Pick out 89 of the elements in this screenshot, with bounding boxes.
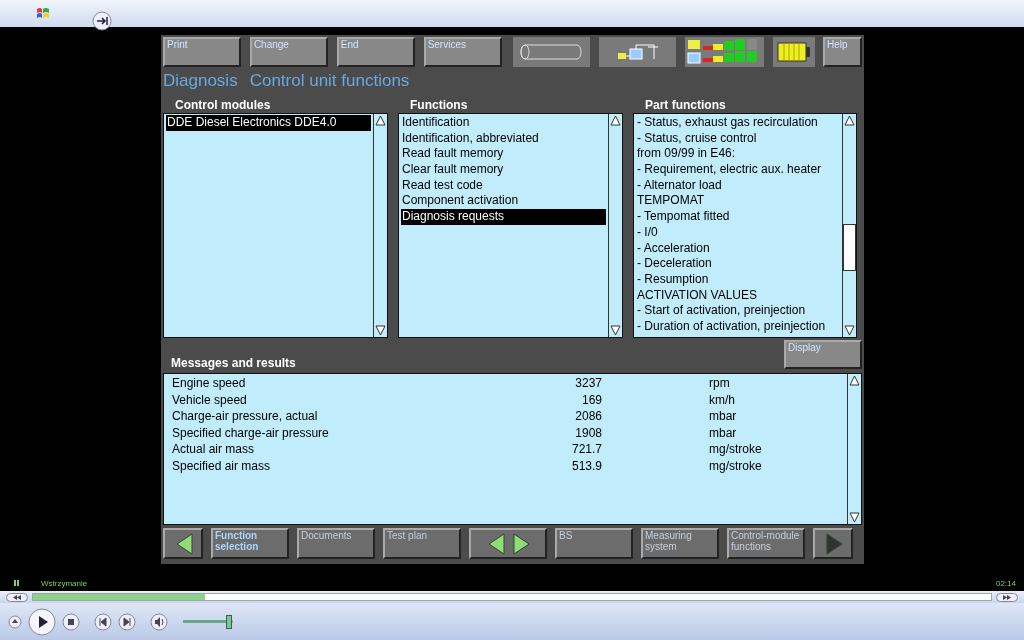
- stop-icon[interactable]: [62, 612, 80, 631]
- list-item: - Status, cruise control: [636, 130, 757, 147]
- result-unit: mg/stroke: [709, 457, 762, 474]
- list-item: - Duration of activation, preinjection: [636, 318, 826, 335]
- list-heading: Functions: [409, 97, 468, 113]
- connection-icon: [615, 41, 660, 63]
- scrollbar[interactable]: [373, 114, 387, 337]
- page-title: Control unit functions: [249, 71, 410, 91]
- list-item: ACTIVATION VALUES: [636, 287, 758, 304]
- result-name: Charge-air pressure, actual: [172, 408, 318, 425]
- play-icon[interactable]: [28, 607, 56, 636]
- list-heading: Part functions: [644, 97, 726, 113]
- result-unit: rpm: [709, 375, 730, 392]
- list-item: - Tempomat fitted: [636, 209, 730, 225]
- result-unit: mg/stroke: [709, 441, 762, 458]
- previous-icon[interactable]: [94, 612, 112, 631]
- windows-logo-icon: [36, 7, 50, 20]
- scroll-down-icon[interactable]: [374, 324, 387, 337]
- pause-icon: [14, 580, 19, 586]
- list-item: - Alternator load: [636, 177, 722, 194]
- switch-view-icon[interactable]: [92, 10, 112, 31]
- result-name: Vehicle speed: [172, 391, 247, 408]
- list-item[interactable]: DDE Diesel Electronics DDE4.0: [166, 115, 371, 131]
- cylinder-icon: [519, 43, 584, 61]
- section-title: Diagnosis: [163, 71, 238, 91]
- toolbar-button[interactable]: Services: [423, 37, 502, 67]
- list-item[interactable]: Read test code: [401, 177, 483, 194]
- result-value: 513.9: [571, 457, 602, 474]
- list-item: - Requirement, electric aux. heater: [636, 162, 822, 178]
- step-button[interactable]: [469, 528, 547, 559]
- right-arrow-icon: [824, 531, 844, 556]
- result-value: 2086: [575, 408, 602, 425]
- toolbar-button[interactable]: Change: [249, 37, 328, 67]
- scrollbar[interactable]: [847, 374, 861, 524]
- eject-icon[interactable]: [8, 614, 22, 629]
- result-name: Specified charge-air pressure: [172, 424, 329, 441]
- scroll-down-icon[interactable]: [848, 511, 861, 524]
- result-unit: mbar: [709, 424, 737, 441]
- list-item: TEMPOMAT: [636, 193, 705, 210]
- help-button[interactable]: Help: [823, 37, 862, 67]
- result-name: Specified air mass: [172, 457, 271, 474]
- right-arrow-icon: [512, 531, 531, 556]
- result-unit: km/h: [709, 391, 735, 408]
- list-item: - Resumption: [636, 271, 709, 288]
- scroll-up-icon[interactable]: [609, 114, 622, 127]
- list-item[interactable]: Diagnosis requests: [401, 209, 606, 225]
- list-item: - Acceleration: [636, 240, 710, 257]
- list-item: from 09/99 in E46:: [636, 146, 736, 163]
- result-name: Actual air mass: [172, 441, 255, 458]
- list-item[interactable]: Identification, abbreviated: [401, 130, 539, 147]
- back-button[interactable]: [163, 528, 203, 559]
- result-value: 721.7: [571, 441, 602, 458]
- scroll-down-icon[interactable]: [609, 324, 622, 337]
- result-unit: mbar: [709, 408, 737, 425]
- scroll-up-icon[interactable]: [848, 374, 861, 387]
- section-heading: Messages and results: [170, 355, 296, 371]
- result-value: 169: [581, 391, 602, 408]
- scrollbar[interactable]: [842, 114, 856, 337]
- list-item[interactable]: Read fault memory: [401, 146, 504, 163]
- list-item: - Start of activation, preinjection: [636, 303, 806, 319]
- volume-thumb[interactable]: [226, 614, 232, 629]
- list-item[interactable]: Component activation: [401, 193, 519, 210]
- result-value: 3237: [575, 375, 602, 392]
- result-value: 1908: [575, 424, 602, 441]
- list-item[interactable]: Clear fault memory: [401, 162, 504, 178]
- rewind-icon[interactable]: [6, 592, 28, 602]
- left-arrow-icon: [174, 531, 194, 556]
- volume-slider[interactable]: [180, 614, 236, 629]
- nav-button[interactable]: Function selection: [211, 528, 289, 559]
- next-icon[interactable]: [118, 612, 136, 631]
- list-heading: Control modules: [174, 97, 271, 113]
- scrollbar[interactable]: [608, 114, 622, 337]
- scroll-up-icon[interactable]: [843, 114, 856, 127]
- list-item: - Status, exhaust gas recirculation: [636, 115, 818, 131]
- speaker-icon[interactable]: [150, 612, 168, 631]
- result-name: Engine speed: [172, 375, 246, 392]
- display-button[interactable]: Display: [784, 340, 862, 369]
- scroll-down-icon[interactable]: [843, 324, 856, 337]
- toolbar-button[interactable]: End: [336, 37, 415, 67]
- playback-status: Wstrzymanie: [41, 578, 88, 588]
- list-item: - Deceleration: [636, 256, 712, 272]
- fast-forward-icon[interactable]: [996, 592, 1018, 602]
- scroll-thumb[interactable]: [843, 224, 856, 271]
- list-item[interactable]: Identification: [401, 115, 470, 131]
- left-arrow-icon: [487, 531, 506, 556]
- toolbar-button[interactable]: Print: [163, 37, 241, 67]
- list-item: - I/0: [636, 224, 658, 241]
- time-display: 02:14: [995, 578, 1016, 588]
- scroll-up-icon[interactable]: [374, 114, 387, 127]
